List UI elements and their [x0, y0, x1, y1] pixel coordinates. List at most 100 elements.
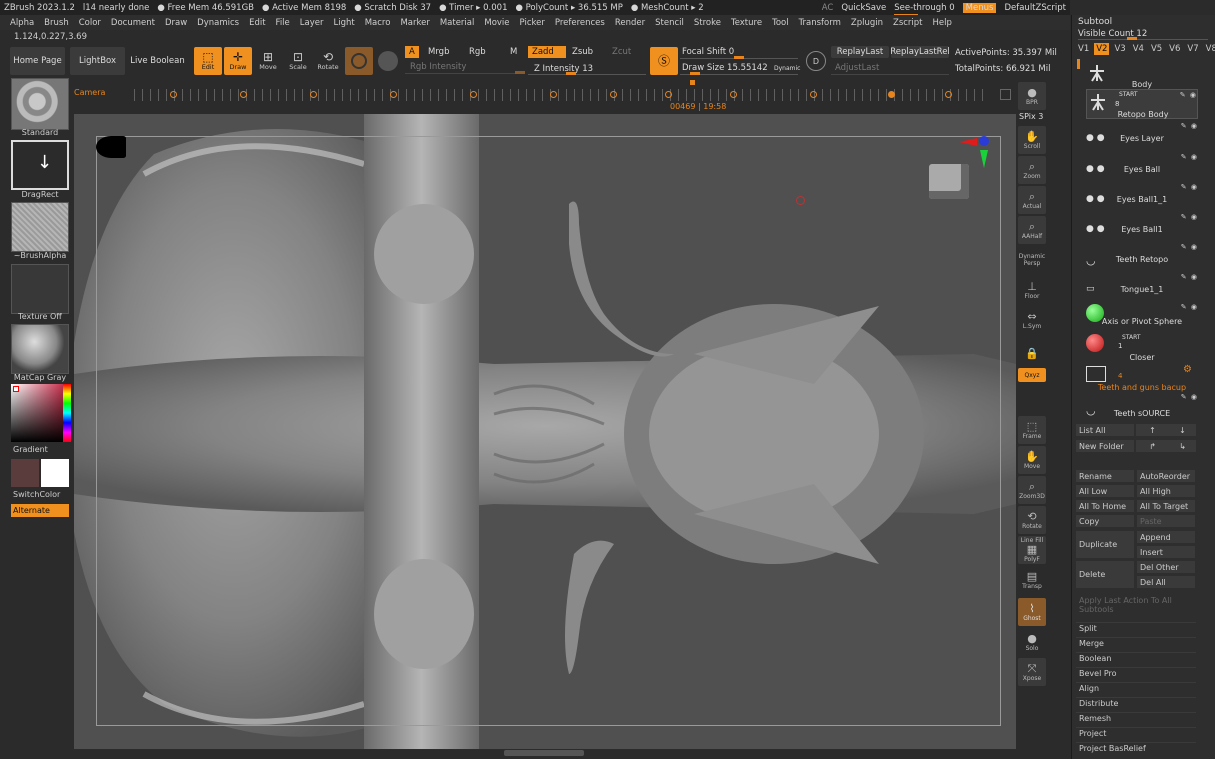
- menu-marker[interactable]: Marker: [400, 18, 429, 28]
- keyframe[interactable]: [730, 91, 737, 98]
- material-button[interactable]: [345, 47, 373, 75]
- keyframe[interactable]: [470, 91, 477, 98]
- timeline-end-box[interactable]: [1000, 89, 1011, 100]
- keyframe[interactable]: [665, 91, 672, 98]
- rgb-toggle[interactable]: Rgb: [465, 46, 490, 58]
- lsym-button[interactable]: ⇔ L.Sym: [1018, 306, 1046, 334]
- zoom-button[interactable]: ⌕ Zoom: [1018, 156, 1046, 184]
- delete-button[interactable]: Delete: [1076, 561, 1134, 588]
- matcap-thumb[interactable]: [11, 324, 69, 374]
- del-other-button[interactable]: Del Other: [1137, 561, 1195, 573]
- m-toggle[interactable]: M: [506, 46, 521, 58]
- copy-button[interactable]: Copy: [1076, 515, 1134, 527]
- primary-color-swatch[interactable]: [11, 459, 39, 487]
- rotate-button[interactable]: ⟲ Rotate: [314, 47, 342, 75]
- tab-v5[interactable]: V5: [1149, 43, 1164, 55]
- hue-strip[interactable]: [63, 384, 71, 442]
- remesh-menu[interactable]: Remesh: [1076, 712, 1196, 724]
- timeline-playhead[interactable]: [690, 80, 695, 85]
- rgb-intensity-slider[interactable]: Rgb Intensity: [406, 61, 470, 73]
- menu-dynamics[interactable]: Dynamics: [197, 18, 239, 28]
- tray-grip-icon[interactable]: [504, 750, 584, 756]
- switchcolor-button[interactable]: SwitchColor: [13, 490, 73, 499]
- zadd-toggle[interactable]: Zadd: [528, 46, 566, 58]
- subtool-item[interactable]: ● ● ✎ ◉ Eyes Layer: [1086, 122, 1198, 153]
- xyz-button[interactable]: Qxyz: [1018, 368, 1046, 382]
- visible-count-knob[interactable]: [1127, 37, 1137, 40]
- eye-icon[interactable]: ✎ ◉: [1181, 393, 1198, 401]
- polyf-button[interactable]: Line Fill ▦ PolyF: [1018, 536, 1046, 564]
- scroll-indicator[interactable]: [1077, 59, 1080, 69]
- lock-button[interactable]: 🔒: [1018, 340, 1046, 368]
- lightbox-button[interactable]: LightBox: [70, 47, 125, 75]
- menu-tool[interactable]: Tool: [772, 18, 789, 28]
- menu-file[interactable]: File: [276, 18, 290, 28]
- stroke-dragrect-thumb[interactable]: ↓: [11, 140, 69, 190]
- menu-material[interactable]: Material: [440, 18, 475, 28]
- a-toggle[interactable]: A: [405, 46, 419, 58]
- autoreorder-button[interactable]: AutoReorder: [1137, 470, 1195, 482]
- keyframe-current[interactable]: [888, 91, 895, 98]
- keyframe[interactable]: [390, 91, 397, 98]
- keyframe[interactable]: [550, 91, 557, 98]
- all-to-home-button[interactable]: All To Home: [1076, 500, 1134, 512]
- floor-button[interactable]: ⊥ Floor: [1018, 276, 1046, 304]
- menu-picker[interactable]: Picker: [520, 18, 545, 28]
- tab-v4[interactable]: V4: [1131, 43, 1146, 55]
- menu-transform[interactable]: Transform: [799, 18, 841, 28]
- tab-v2[interactable]: V2: [1094, 43, 1110, 55]
- zcut-toggle[interactable]: Zcut: [608, 46, 635, 58]
- xpose-button[interactable]: ⤧ Xpose: [1018, 658, 1046, 686]
- ghost-button[interactable]: ⌇ Ghost: [1018, 598, 1046, 626]
- symmetry-button[interactable]: Ⓢ: [650, 47, 678, 75]
- subtool-header[interactable]: Subtool: [1078, 17, 1112, 27]
- mrgb-toggle[interactable]: Mrgb: [424, 46, 453, 58]
- subtool-item[interactable]: ● ● ✎ ◉ Eyes Ball: [1086, 153, 1198, 184]
- transp-button[interactable]: ▤ Transp: [1018, 566, 1046, 594]
- tab-v8[interactable]: V8: [1204, 43, 1215, 55]
- alternate-button[interactable]: Alternate: [11, 504, 69, 517]
- keyframe[interactable]: [810, 91, 817, 98]
- paste-button[interactable]: Paste: [1137, 515, 1195, 527]
- keyframe[interactable]: [610, 91, 617, 98]
- replay-last-rel-button[interactable]: ReplayLastRel: [890, 46, 950, 58]
- eye-icon[interactable]: ✎ ◉: [1181, 122, 1198, 130]
- solo-button[interactable]: ● Solo: [1018, 628, 1046, 656]
- secondary-color-swatch[interactable]: [41, 459, 69, 487]
- list-all-button[interactable]: List All: [1076, 424, 1134, 436]
- tab-v3[interactable]: V3: [1112, 43, 1127, 55]
- adjust-last-slider[interactable]: AdjustLast: [831, 62, 883, 74]
- arrow-up-icon[interactable]: ↑: [1136, 424, 1166, 436]
- subtool-item[interactable]: ◡ ✎ ◉ Teeth sOURCE: [1086, 393, 1198, 424]
- boolean-menu[interactable]: Boolean: [1076, 652, 1196, 664]
- new-folder-button[interactable]: New Folder: [1076, 440, 1134, 452]
- replay-last-button[interactable]: ReplayLast: [831, 46, 889, 58]
- spix-slider[interactable]: SPix 3: [1019, 112, 1043, 121]
- menu-help[interactable]: Help: [933, 18, 952, 28]
- eye-icon[interactable]: ✎ ◉: [1180, 91, 1197, 99]
- subtool-folder[interactable]: 4 ⚙ Teeth and guns bacup: [1086, 364, 1198, 394]
- bottom-tray-handle[interactable]: [74, 749, 1016, 759]
- insert-button[interactable]: Insert: [1137, 546, 1195, 558]
- canvas-viewport[interactable]: [74, 114, 1016, 749]
- keyframe[interactable]: [170, 91, 177, 98]
- live-boolean-button[interactable]: Live Boolean: [130, 47, 185, 75]
- menu-brush[interactable]: Brush: [44, 18, 69, 28]
- eye-icon[interactable]: ✎ ◉: [1181, 213, 1198, 221]
- axis-gizmo-icon[interactable]: [979, 136, 989, 146]
- subtool-item[interactable]: ● ● ✎ ◉ Eyes Ball1_1: [1086, 183, 1198, 214]
- duplicate-button[interactable]: Duplicate: [1076, 531, 1134, 558]
- menu-zscript[interactable]: Zscript: [893, 18, 923, 28]
- del-all-button[interactable]: Del All: [1137, 576, 1195, 588]
- edit-button[interactable]: ⬚ Edit: [194, 47, 222, 75]
- bevel-pro-menu[interactable]: Bevel Pro: [1076, 667, 1196, 679]
- color-picker[interactable]: [11, 384, 71, 442]
- timeline[interactable]: Camera 00469 | 19:58: [70, 80, 1015, 113]
- aahalf-button[interactable]: ⌕ AAHalf: [1018, 216, 1046, 244]
- arrow-down-icon[interactable]: ↓: [1166, 424, 1196, 436]
- rename-button[interactable]: Rename: [1076, 470, 1134, 482]
- zoom3d-button[interactable]: ⌕ Zoom3D: [1018, 476, 1046, 504]
- eye-icon[interactable]: ✎ ◉: [1181, 183, 1198, 191]
- menus-toggle[interactable]: Menus: [962, 2, 997, 13]
- z-intensity-knob[interactable]: [566, 72, 576, 75]
